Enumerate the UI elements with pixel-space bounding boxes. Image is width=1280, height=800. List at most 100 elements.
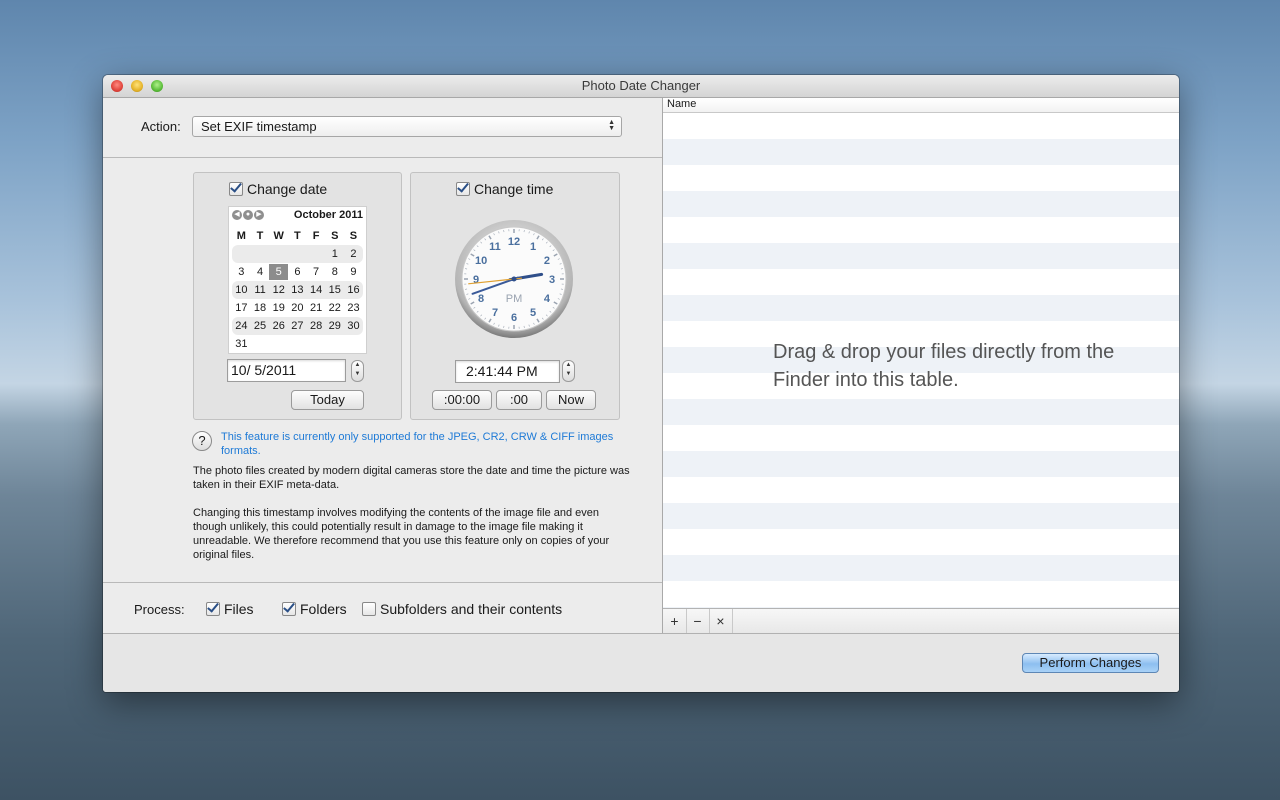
calendar-day[interactable]: 15 (325, 284, 344, 296)
zero-minutes-seconds-button[interactable]: :00:00 (432, 390, 492, 410)
table-header: Name (663, 98, 1179, 113)
next-month-icon[interactable]: ▶ (254, 210, 264, 220)
window-title: Photo Date Changer (581, 78, 701, 93)
calendar-day[interactable]: 18 (251, 302, 270, 314)
clock-numeral: 5 (530, 307, 536, 319)
calendar-day[interactable]: 3 (232, 266, 251, 278)
divider (103, 157, 662, 158)
remove-file-button[interactable]: − (686, 609, 710, 633)
calendar-grid: M T W T F S S 1 2 3 4 5 6 7 8 9 10 11 12 13 14 15 16 17 18 19 20 21… (232, 227, 363, 353)
calendar-day[interactable]: 12 (269, 284, 288, 296)
prev-month-icon[interactable]: ◀ (232, 210, 242, 220)
calendar-day[interactable]: 17 (232, 302, 251, 314)
clock-numeral: 9 (473, 274, 479, 286)
calendar-day[interactable]: 29 (325, 320, 344, 332)
calendar-day[interactable]: 13 (288, 284, 307, 296)
folders-label: Folders (300, 601, 347, 617)
calendar-week-row: 10 11 12 13 14 15 16 (232, 281, 363, 299)
change-time-checkbox[interactable]: Change time (456, 181, 553, 197)
calendar-day[interactable]: 26 (269, 320, 288, 332)
calendar-day[interactable]: 23 (344, 302, 363, 314)
weekday-header: T (294, 230, 301, 242)
clock-numeral: 11 (489, 241, 501, 253)
calendar-day[interactable]: 4 (251, 266, 270, 278)
calendar-day[interactable]: 27 (288, 320, 307, 332)
calendar-day[interactable]: 22 (325, 302, 344, 314)
calendar-day[interactable]: 30 (344, 320, 363, 332)
calendar-day[interactable]: 28 (307, 320, 326, 332)
calendar-day[interactable]: 10 (232, 284, 251, 296)
time-stepper[interactable]: ▲ ▼ (562, 360, 575, 382)
exif-description: The photo files created by modern digita… (193, 465, 630, 491)
today-button[interactable]: Today (291, 390, 364, 410)
change-date-label: Change date (247, 181, 328, 197)
calendar-week-row: 31 (232, 335, 363, 353)
calendar-day[interactable]: 25 (251, 320, 270, 332)
time-field[interactable]: 2:41:44 PM (455, 360, 560, 383)
weekday-header: T (256, 230, 264, 242)
change-date-checkbox[interactable]: Change date (229, 181, 327, 197)
calendar-day[interactable]: 31 (232, 338, 251, 350)
change-time-label: Change time (474, 181, 554, 197)
files-check[interactable] (206, 602, 220, 616)
calendar-week-row: 17 18 19 20 21 22 23 (232, 299, 363, 317)
calendar-month: October 2011 (293, 209, 363, 221)
weekday-header: S (349, 230, 358, 242)
calendar-week-row: 3456789 (232, 263, 363, 281)
time-value: 2:41:44 PM (466, 363, 538, 379)
calendar-day[interactable]: 2 (344, 248, 363, 260)
analog-clock: 12 12 3 45 6 78 9 1011 PM (455, 220, 573, 338)
calendar-day[interactable]: 7 (307, 266, 326, 278)
date-value: 10/ 5/2011 (231, 362, 297, 378)
calendar-day[interactable]: 11 (251, 284, 270, 296)
files-label: Files (224, 601, 254, 617)
files-checkbox[interactable]: Files (206, 601, 254, 617)
add-file-button[interactable]: + (663, 609, 687, 633)
date-field[interactable]: 10/ 5/2011 (227, 359, 346, 382)
calendar-day[interactable]: 19 (269, 302, 288, 314)
calendar-day[interactable]: 16 (344, 284, 363, 296)
calendar-day[interactable]: 6 (288, 266, 307, 278)
change-time-check[interactable] (456, 182, 470, 196)
subfolders-check[interactable] (362, 602, 376, 616)
weekday-header-row: MTWTFSS (232, 227, 363, 245)
calendar-day[interactable]: 20 (288, 302, 307, 314)
calendar-nav: ◀ ● ▶ (232, 210, 264, 220)
action-popup-value: Set EXIF timestamp (201, 119, 317, 134)
today-dot-icon[interactable]: ● (243, 210, 253, 220)
bottom-bar (103, 633, 1179, 692)
clock-numeral: 2 (544, 255, 550, 267)
calendar-day[interactable]: 21 (307, 302, 326, 314)
files-table[interactable]: Name Drag & drop your files directly fro… (663, 98, 1179, 608)
calendar-day[interactable]: 1 (325, 248, 344, 260)
calendar-day[interactable]: 24 (232, 320, 251, 332)
app-window: Photo Date Changer Action: Set EXIF time… (103, 75, 1179, 692)
clock-numeral: 4 (544, 293, 551, 305)
warning-description: Changing this timestamp involves modifyi… (193, 507, 610, 561)
perform-changes-button[interactable]: Perform Changes (1022, 653, 1159, 673)
now-button[interactable]: Now (546, 390, 596, 410)
clock-numeral: 1 (530, 241, 536, 253)
calendar[interactable]: ◀ ● ▶ October 2011 M T W T F S S 1 2 3 4 5 6 7 8 9 10 11 1… (228, 206, 367, 354)
calendar-day[interactable]: 5 (269, 264, 289, 280)
clock-period: PM (506, 293, 523, 305)
column-name-header[interactable]: Name (667, 98, 696, 110)
clear-files-button[interactable]: × (709, 609, 733, 633)
date-stepper[interactable]: ▲ ▼ (351, 360, 364, 382)
zero-seconds-button[interactable]: :00 (496, 390, 542, 410)
calendar-day[interactable]: 8 (325, 266, 344, 278)
calendar-week-row: 12 (232, 245, 363, 263)
divider (103, 582, 662, 583)
change-date-check[interactable] (229, 182, 243, 196)
folders-check[interactable] (282, 602, 296, 616)
subfolders-checkbox[interactable]: Subfolders and their contents (362, 601, 562, 617)
clock-numeral: 8 (478, 293, 484, 305)
calendar-day[interactable]: 14 (307, 284, 326, 296)
calendar-day[interactable]: 9 (344, 266, 363, 278)
clock-numeral: 7 (492, 307, 498, 319)
process-label: Process: (134, 602, 185, 617)
question-icon[interactable]: ? (192, 431, 212, 451)
folders-checkbox[interactable]: Folders (282, 601, 347, 617)
table-footer: + − × (663, 608, 1179, 633)
action-popup[interactable]: Set EXIF timestamp ▲ ▼ (192, 116, 622, 137)
